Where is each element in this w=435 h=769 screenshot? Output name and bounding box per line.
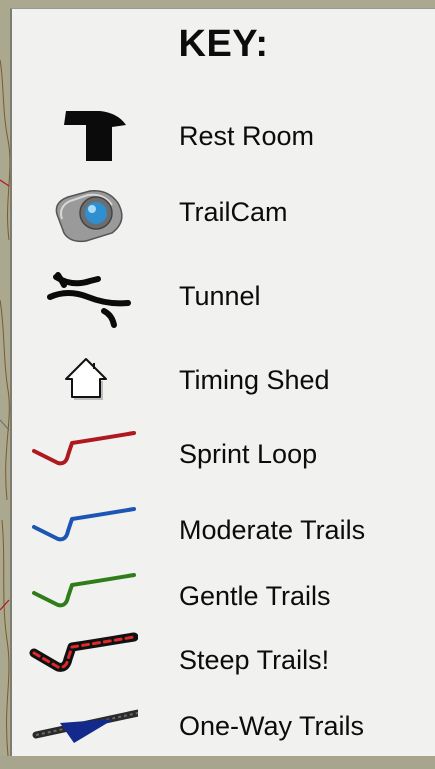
key-item-restroom: Rest Room	[12, 99, 435, 179]
key-label-sprint-loop: Sprint Loop	[179, 439, 318, 469]
key-label-trailcam: TrailCam	[179, 197, 288, 227]
key-item-sprint-loop: Sprint Loop	[12, 417, 435, 497]
key-label-one-way-trails: One-Way Trails	[179, 711, 365, 741]
key-label-tunnel: Tunnel	[179, 281, 261, 311]
timing-shed-icon	[65, 358, 107, 400]
key-item-trailcam: TrailCam	[12, 175, 435, 255]
restroom-icon	[64, 111, 126, 161]
one-way-trail-icon	[32, 709, 138, 743]
trailcam-icon	[55, 190, 123, 243]
sprint-loop-line-icon	[32, 431, 136, 466]
key-item-timing-shed: Timing Shed	[12, 343, 435, 423]
key-item-tunnel: Tunnel	[12, 259, 435, 339]
key-label-steep-trails: Steep Trails!	[179, 645, 330, 675]
map-key-panel: KEY: Rest Room TrailCam Tunnel Timing Sh…	[10, 8, 435, 756]
key-label-moderate-trails: Moderate Trails	[179, 515, 366, 545]
key-title: KEY:	[178, 23, 269, 65]
key-label-timing-shed: Timing Shed	[179, 365, 330, 395]
key-label-gentle-trails: Gentle Trails	[179, 581, 331, 611]
key-item-one-way-trails: One-Way Trails	[12, 689, 435, 769]
key-label-restroom: Rest Room	[179, 121, 315, 151]
tunnel-icon	[47, 272, 131, 328]
